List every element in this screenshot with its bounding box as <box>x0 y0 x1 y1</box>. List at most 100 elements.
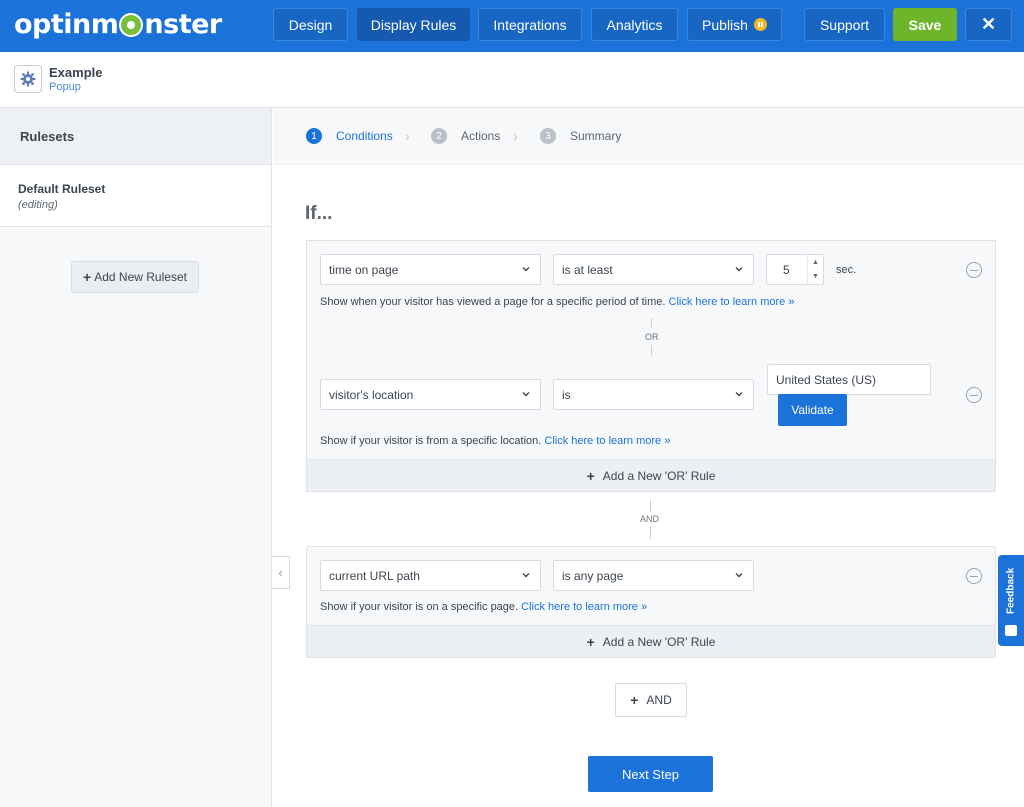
operator-select[interactable]: is <box>553 379 754 410</box>
add-new-ruleset-button[interactable]: + Add New Ruleset <box>71 261 199 293</box>
gear-icon <box>20 71 36 87</box>
add-ruleset-label: Add New Ruleset <box>94 270 187 284</box>
ruleset-item-default[interactable]: Default Ruleset (editing) <box>0 165 271 227</box>
step-number: 3 <box>540 128 556 144</box>
chevron-down-icon <box>522 267 530 272</box>
plus-icon: + <box>630 692 639 708</box>
rule-group-2: current URL path is any page Show if you… <box>306 546 996 658</box>
optinmonster-logo[interactable]: optinm nster <box>14 8 222 40</box>
location-input[interactable]: United States (US) <box>767 364 931 395</box>
feedback-icon <box>1005 625 1017 636</box>
learn-more-link[interactable]: Click here to learn more » <box>521 601 647 613</box>
nav-integrations-button[interactable]: Integrations <box>478 8 582 41</box>
chevron-left-icon: ‹ <box>278 565 283 580</box>
description-text: Show if your visitor is on a specific pa… <box>320 601 519 613</box>
seconds-value: 5 <box>783 262 790 277</box>
and-separator: AND <box>640 514 660 524</box>
pause-badge-icon <box>753 18 767 31</box>
add-or-label: Add a New 'OR' Rule <box>602 468 716 483</box>
condition-select[interactable]: visitor's location <box>320 379 541 410</box>
rule-description: Show if your visitor is from a specific … <box>320 435 670 447</box>
close-icon[interactable]: ✕ <box>965 8 1012 41</box>
chevron-down-icon <box>522 573 530 578</box>
top-bar: optinm nster Design Display Rules Integra… <box>0 0 1024 52</box>
campaign-header: Example Popup <box>0 52 1024 108</box>
or-connector-line <box>651 318 652 328</box>
learn-more-link[interactable]: Click here to learn more » <box>669 296 795 308</box>
rule-group-1: time on page is at least 5 ▲ ▼ sec. Show… <box>306 240 996 492</box>
feedback-label: Feedback <box>1005 567 1017 615</box>
step-label: Summary <box>570 129 622 143</box>
description-text: Show when your visitor has viewed a page… <box>320 296 666 308</box>
rulesets-sidebar: Rulesets Default Ruleset (editing) + Add… <box>0 108 272 807</box>
ruleset-status: (editing) <box>18 199 58 211</box>
remove-rule-icon[interactable] <box>966 262 982 278</box>
validate-button[interactable]: Validate <box>778 394 847 426</box>
feedback-tab[interactable]: Feedback <box>998 555 1024 646</box>
condition-value: time on page <box>329 262 399 277</box>
save-button[interactable]: Save <box>893 8 957 41</box>
stepper-down-icon[interactable]: ▼ <box>812 273 819 280</box>
and-connector-line <box>650 500 651 512</box>
condition-select[interactable]: current URL path <box>320 560 541 591</box>
and-connector-line <box>650 527 651 539</box>
ruleset-name: Default Ruleset <box>18 182 106 196</box>
chevron-down-icon <box>735 573 743 578</box>
operator-value: is <box>562 387 571 402</box>
condition-select[interactable]: time on page <box>320 254 541 285</box>
steps-bar: 1 Conditions › 2 Actions › 3 Summary <box>273 108 1024 165</box>
operator-select[interactable]: is any page <box>553 560 754 591</box>
operator-select[interactable]: is at least <box>553 254 754 285</box>
chevron-down-icon <box>735 267 743 272</box>
step-label: Conditions <box>336 129 393 143</box>
operator-value: is any page <box>562 568 624 583</box>
step-conditions[interactable]: 1 Conditions <box>306 128 393 144</box>
condition-value: current URL path <box>329 568 420 583</box>
chevron-down-icon <box>735 392 743 397</box>
step-number: 1 <box>306 128 322 144</box>
remove-rule-icon[interactable] <box>966 568 982 584</box>
rulesets-heading: Rulesets <box>0 108 271 165</box>
or-separator: OR <box>645 332 659 342</box>
nav-display-rules-button[interactable]: Display Rules <box>357 8 470 41</box>
step-summary[interactable]: 3 Summary <box>540 128 621 144</box>
campaign-type: Popup <box>49 81 81 93</box>
location-value: United States (US) <box>776 372 877 387</box>
collapse-sidebar-button[interactable]: ‹ <box>272 556 290 589</box>
chevron-down-icon <box>522 392 530 397</box>
add-or-rule-button[interactable]: + Add a New 'OR' Rule <box>307 459 995 491</box>
nav-support-button[interactable]: Support <box>804 8 885 41</box>
publish-label: Publish <box>702 16 748 33</box>
add-or-label: Add a New 'OR' Rule <box>602 634 716 649</box>
add-and-rule-button[interactable]: + AND <box>615 683 687 717</box>
nav-analytics-button[interactable]: Analytics <box>591 8 678 41</box>
or-connector-line <box>651 345 652 355</box>
campaign-title: Example <box>49 65 103 80</box>
nav-publish-button[interactable]: Publish <box>687 8 782 41</box>
campaign-settings-button[interactable] <box>14 65 42 93</box>
rule-description: Show when your visitor has viewed a page… <box>320 296 794 308</box>
plus-icon: + <box>586 467 595 484</box>
condition-value: visitor's location <box>329 387 414 402</box>
stepper-arrows[interactable]: ▲ ▼ <box>807 255 823 284</box>
if-heading: If... <box>305 203 333 224</box>
plus-icon: + <box>83 269 92 285</box>
operator-value: is at least <box>562 262 613 277</box>
step-label: Actions <box>461 129 501 143</box>
chevron-right-icon: › <box>405 128 410 144</box>
add-or-rule-button[interactable]: + Add a New 'OR' Rule <box>307 625 995 657</box>
seconds-stepper[interactable]: 5 ▲ ▼ <box>766 254 824 285</box>
remove-rule-icon[interactable] <box>966 387 982 403</box>
stepper-up-icon[interactable]: ▲ <box>812 259 819 266</box>
monster-logo-icon <box>119 13 144 37</box>
plus-icon: + <box>586 633 595 650</box>
nav-design-button[interactable]: Design <box>273 8 348 41</box>
step-number: 2 <box>431 128 447 144</box>
description-text: Show if your visitor is from a specific … <box>320 435 542 447</box>
step-actions[interactable]: 2 Actions <box>431 128 500 144</box>
next-step-button[interactable]: Next Step <box>588 756 713 792</box>
learn-more-link[interactable]: Click here to learn more » <box>544 435 670 447</box>
logo-text-right: nster <box>144 8 222 40</box>
rule-description: Show if your visitor is on a specific pa… <box>320 601 647 613</box>
chevron-right-icon: › <box>513 128 518 144</box>
